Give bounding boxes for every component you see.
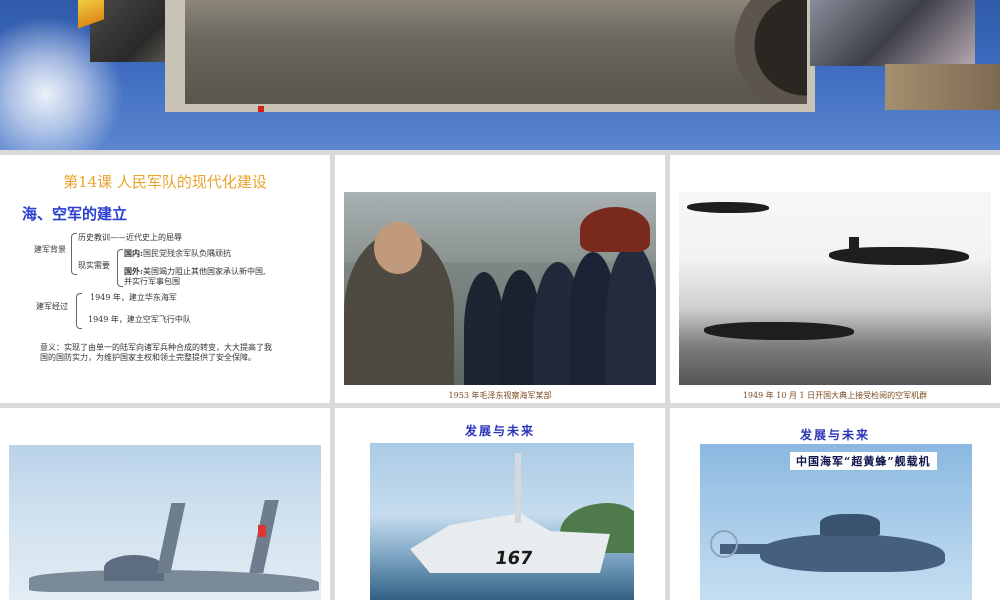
brace	[71, 233, 77, 275]
lesson-title: 第14课 人民军队的现代化建设	[63, 173, 267, 191]
helicopter-photo: 中国海军“超黄蜂”舰载机	[700, 444, 972, 600]
slide-thumbnail-3[interactable]: 1949 年 10 月 1 日开国大典上接受检阅的空军机群	[670, 155, 1000, 403]
aircraft	[704, 322, 854, 340]
airforce-event: 1949 年，建立空军飞行中队	[88, 315, 191, 324]
meaning-line-1: 意义：实现了由单一的陆军向诸军兵种合成的转变，大大提高了我	[40, 343, 272, 352]
photo-caption: 1953 年毛泽东视察海军某部	[448, 391, 552, 400]
brace	[117, 249, 123, 287]
jet-body	[29, 570, 319, 592]
tail-rotor	[710, 530, 738, 558]
navy-event: 1949 年，建立华东海军	[90, 293, 177, 302]
slide-thumbnail-1[interactable]: 第14课 人民军队的现代化建设 海、空军的建立 建军背景 历史教训——近代史上的…	[0, 155, 330, 403]
helicopter-label: 中国海军“超黄蜂”舰载机	[790, 452, 937, 470]
leader-head	[374, 222, 422, 274]
navy-inspection-photo	[344, 192, 656, 385]
brace	[76, 293, 82, 329]
air-force-parade-photo	[679, 192, 991, 385]
section-heading: 海、空军的建立	[22, 205, 128, 223]
slide-thumbnail-2[interactable]: 1953 年毛泽东视察海军某部	[335, 155, 665, 403]
process-label: 建军经过	[36, 302, 68, 311]
fur-hat	[580, 207, 650, 252]
slide-thumbnail-4[interactable]	[0, 408, 330, 600]
sailor	[606, 244, 656, 385]
field-photo	[885, 64, 1000, 110]
background-label: 建军背景	[34, 245, 66, 254]
domestic-label: 国内:	[124, 248, 143, 258]
slide-heading: 发展与未来	[799, 428, 870, 442]
insignia	[258, 525, 266, 537]
sailor	[464, 272, 504, 385]
jet-tail-fin	[156, 503, 186, 573]
foreign-text-1: 美国竭力阻止其他国家承认新中国,	[142, 267, 266, 276]
photo-caption: 1949 年 10 月 1 日开国大典上接受检阅的空军机群	[742, 391, 928, 400]
battle-photo-right	[810, 0, 975, 66]
top-slide-banner[interactable]	[0, 0, 1000, 150]
foreign-label: 国外:	[124, 266, 143, 276]
history-lesson-text: 历史教训——近代史上的屈辱	[78, 233, 182, 242]
slide-thumbnail-5[interactable]: 发展与未来 167	[335, 408, 665, 600]
hull-number: 167	[493, 548, 535, 569]
artillery-photo	[185, 0, 807, 104]
real-need-label: 现实需要	[78, 261, 110, 270]
fighter-jet-photo	[9, 445, 321, 600]
destroyer-photo: 167	[370, 443, 634, 600]
aircraft-tail	[849, 237, 859, 259]
meaning-line-2: 国的国防实力，为维护国家主权和领土完整提供了安全保障。	[40, 353, 256, 362]
ship-mast	[515, 453, 521, 523]
flag-decoration	[78, 0, 104, 38]
helicopter-body	[760, 534, 945, 572]
slide-heading: 发展与未来	[464, 424, 535, 438]
helicopter-engine	[820, 514, 880, 536]
foreign-text-2: 并实行军事包围	[124, 277, 180, 286]
red-mark	[258, 106, 264, 112]
domestic-text: 国民党残余军队负隅顽抗	[142, 249, 231, 258]
jet-cockpit	[104, 555, 164, 581]
aircraft	[687, 202, 769, 213]
slide-thumbnail-6[interactable]: 发展与未来 中国海军“超黄蜂”舰载机	[670, 408, 1000, 600]
